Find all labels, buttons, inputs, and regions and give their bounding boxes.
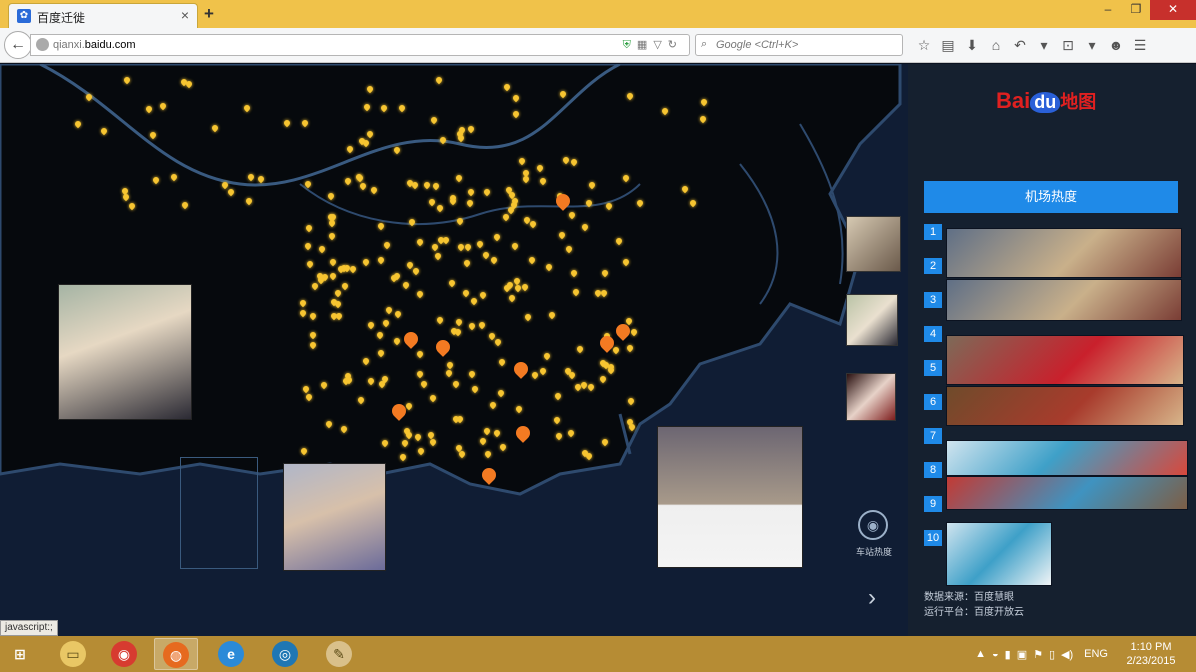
- browser-tab[interactable]: ✿ 百度迁徙 ×: [8, 3, 198, 28]
- rank-photo[interactable]: [946, 228, 1182, 278]
- thumb-1[interactable]: [846, 216, 901, 272]
- taskbar-explorer[interactable]: ▭: [52, 638, 96, 670]
- browser-titlebar: ✿ 百度迁徙 × + – ❐ ✕: [0, 0, 1196, 28]
- app-tray-icon[interactable]: ▣: [1014, 648, 1030, 661]
- internet-explorer-icon: e: [218, 641, 244, 667]
- south-china-sea-inset: [180, 457, 258, 569]
- taskbar-app[interactable]: ◎: [264, 638, 308, 670]
- taskbar-firefox[interactable]: ◍: [154, 638, 198, 670]
- reload-icon[interactable]: ↻: [668, 39, 683, 51]
- maximize-button[interactable]: ❐: [1122, 0, 1150, 20]
- menu-icon[interactable]: ☰: [1128, 35, 1152, 55]
- station-heat-label[interactable]: 车站热度: [852, 545, 896, 558]
- minimize-button[interactable]: –: [1094, 0, 1122, 20]
- thumb-2[interactable]: [846, 294, 898, 346]
- signal-icon[interactable]: ▮: [1002, 648, 1014, 661]
- airport-heat-button[interactable]: 机场热度: [924, 181, 1178, 213]
- browser-toolbar: ☆ ▤ ⬇ ⌂ ↶ ▾ ⊡ ▾ ☻ ☰: [912, 35, 1152, 55]
- back-button[interactable]: ←: [4, 31, 32, 59]
- url-bar[interactable]: qianxi.baidu.com ⛨▦▽↻: [30, 34, 690, 56]
- rank-number[interactable]: 8: [924, 462, 942, 478]
- train-station-icon[interactable]: ◉: [858, 510, 888, 540]
- search-bar[interactable]: ⌕ Google <Ctrl+K>: [695, 34, 903, 56]
- battery-icon[interactable]: ▯: [1046, 648, 1058, 661]
- dropdown-arrow-icon[interactable]: ▾: [1032, 35, 1056, 55]
- language-indicator[interactable]: ENG: [1076, 648, 1116, 660]
- shield-icon[interactable]: ⛨: [623, 39, 637, 51]
- baidu-favicon-icon: ✿: [17, 9, 31, 23]
- url-bar-icons: ⛨▦▽↻: [623, 38, 683, 52]
- bookmark-star-icon[interactable]: ☆: [912, 35, 936, 55]
- app-icon: ◎: [272, 641, 298, 667]
- rank-photo[interactable]: [946, 279, 1182, 321]
- user-photo-panda-girl: [58, 284, 192, 420]
- rank-number[interactable]: 9: [924, 496, 942, 512]
- chat-icon[interactable]: ☻: [1104, 35, 1128, 55]
- data-source-text: 数据来源：百度慧眼 运行平台：百度开放云: [924, 592, 1024, 618]
- taskbar-chrome[interactable]: ◉: [103, 638, 147, 670]
- system-tray: ▲ ◒ ▮ ▣ ⚑ ▯ ◀) ENG 1:10 PM 2/23/2015: [972, 636, 1196, 672]
- user-photo-einstein: [283, 463, 386, 571]
- rank-number[interactable]: 1: [924, 224, 942, 240]
- chrome-icon: ◉: [111, 641, 137, 667]
- close-window-button[interactable]: ✕: [1150, 0, 1196, 20]
- status-tooltip: javascript:;: [0, 620, 58, 636]
- rank-photo[interactable]: [946, 476, 1188, 510]
- migration-map[interactable]: ◉ 车站热度 › ◀ ▶ 02.16腊月廿八02.17腊月廿九02.18腊月三十…: [0, 64, 908, 636]
- windows-logo-icon: ⊞: [14, 646, 26, 662]
- rank-number[interactable]: 6: [924, 394, 942, 410]
- ranking-panel: Bai du 地图 机场热度 1 2 3 4 5 6 7 8 9 10 数据来源：百度慧眼 运行平台：…: [908, 64, 1196, 636]
- flag-icon[interactable]: ⚑: [1030, 648, 1046, 661]
- window-controls: – ❐ ✕: [1094, 0, 1196, 20]
- reading-list-icon[interactable]: ▤: [936, 35, 960, 55]
- volume-icon[interactable]: ◀): [1058, 648, 1076, 661]
- rank-number[interactable]: 3: [924, 292, 942, 308]
- rank-photo[interactable]: [946, 522, 1052, 586]
- thumb-3[interactable]: [846, 373, 896, 421]
- folder-icon: ▭: [60, 641, 86, 667]
- dropdown-arrow-icon[interactable]: ▾: [1080, 35, 1104, 55]
- network-icon[interactable]: ◒: [989, 648, 1002, 660]
- start-button[interactable]: ⊞: [0, 638, 40, 670]
- search-placeholder: Google <Ctrl+K>: [716, 39, 799, 51]
- rank-number[interactable]: 4: [924, 326, 942, 342]
- windows-taskbar: ⊞ ▭ ◉ ◍ e ◎ ✎ ▲ ◒ ▮ ▣ ⚑ ▯ ◀) ENG 1:10 PM…: [0, 636, 1196, 672]
- rank-number[interactable]: 7: [924, 428, 942, 444]
- rank-number[interactable]: 2: [924, 258, 942, 274]
- dropdown-icon[interactable]: ▽: [653, 39, 667, 51]
- url-text[interactable]: qianxi.baidu.com: [53, 39, 136, 51]
- rank-photo[interactable]: [946, 440, 1188, 476]
- crop-icon[interactable]: ⊡: [1056, 35, 1080, 55]
- browser-navbar: ← qianxi.baidu.com ⛨▦▽↻ ⌕ Google <Ctrl+K…: [0, 28, 1196, 63]
- next-arrow-icon[interactable]: ›: [868, 584, 876, 612]
- show-hidden-icons[interactable]: ▲: [972, 648, 989, 660]
- baidu-map-logo[interactable]: Bai du 地图: [996, 88, 1096, 128]
- clock[interactable]: 1:10 PM 2/23/2015: [1116, 640, 1186, 668]
- search-icon: ⌕: [701, 38, 708, 50]
- baidu-paw-icon: du: [1030, 92, 1061, 113]
- taskbar-ie[interactable]: e: [210, 638, 254, 670]
- rank-photo[interactable]: [946, 335, 1184, 385]
- back-arrow-icon: ←: [10, 36, 26, 53]
- download-icon[interactable]: ⬇: [960, 35, 984, 55]
- rank-number[interactable]: 10: [924, 530, 942, 546]
- paint-icon: ✎: [326, 641, 352, 667]
- firefox-icon: ◍: [163, 642, 189, 668]
- tab-title: 百度迁徙: [37, 11, 86, 25]
- taskbar-paint[interactable]: ✎: [318, 638, 362, 670]
- new-tab-button[interactable]: +: [204, 4, 214, 24]
- user-photo-calligraphy: [657, 426, 803, 568]
- home-icon[interactable]: ⌂: [984, 35, 1008, 55]
- globe-icon: [36, 38, 49, 51]
- undo-icon[interactable]: ↶: [1008, 35, 1032, 55]
- rank-photo[interactable]: [946, 386, 1184, 426]
- qr-code-icon[interactable]: ▦: [637, 39, 653, 51]
- rank-number[interactable]: 5: [924, 360, 942, 376]
- tab-close-button[interactable]: ×: [181, 7, 189, 23]
